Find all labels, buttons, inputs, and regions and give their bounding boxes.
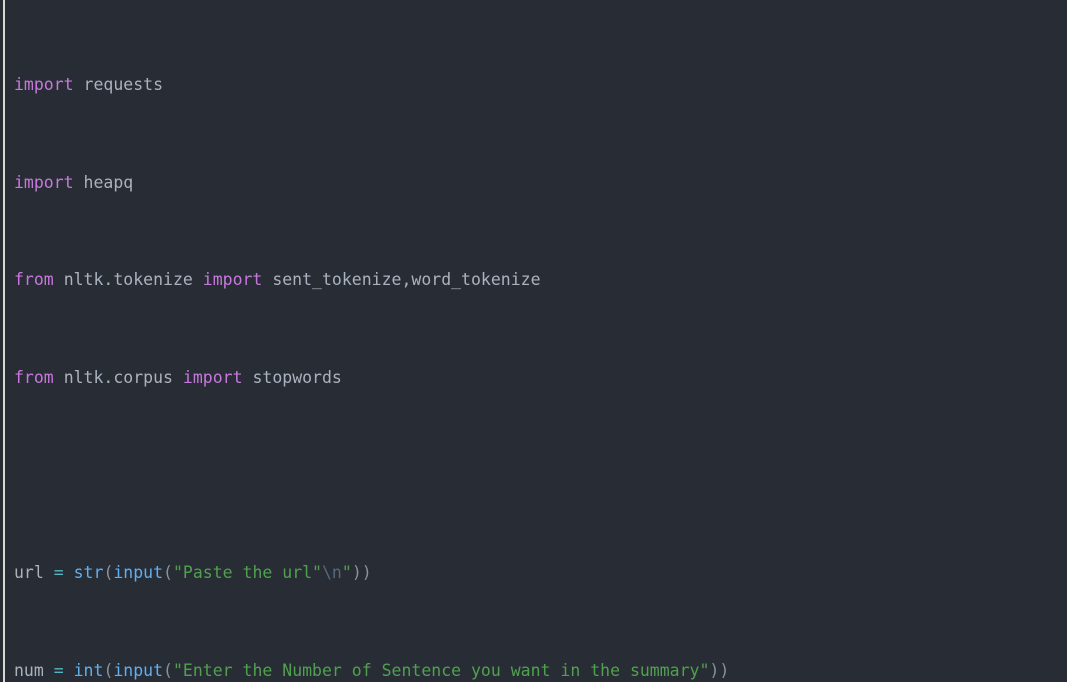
editor-left-rule [3,0,5,682]
code-line: from nltk.tokenize import sent_tokenize,… [14,270,541,290]
code-line: from nltk.corpus import stopwords [14,368,342,388]
code-line: num = int(input("Enter the Number of Sen… [14,660,730,680]
code-editor[interactable]: import requests import heapq from nltk.t… [0,0,1067,682]
code-line: url = str(input("Paste the url"\n")) [14,563,372,583]
code-line: import heapq [14,172,134,192]
code-content[interactable]: import requests import heapq from nltk.t… [14,0,1067,682]
code-line: import requests [14,75,164,95]
